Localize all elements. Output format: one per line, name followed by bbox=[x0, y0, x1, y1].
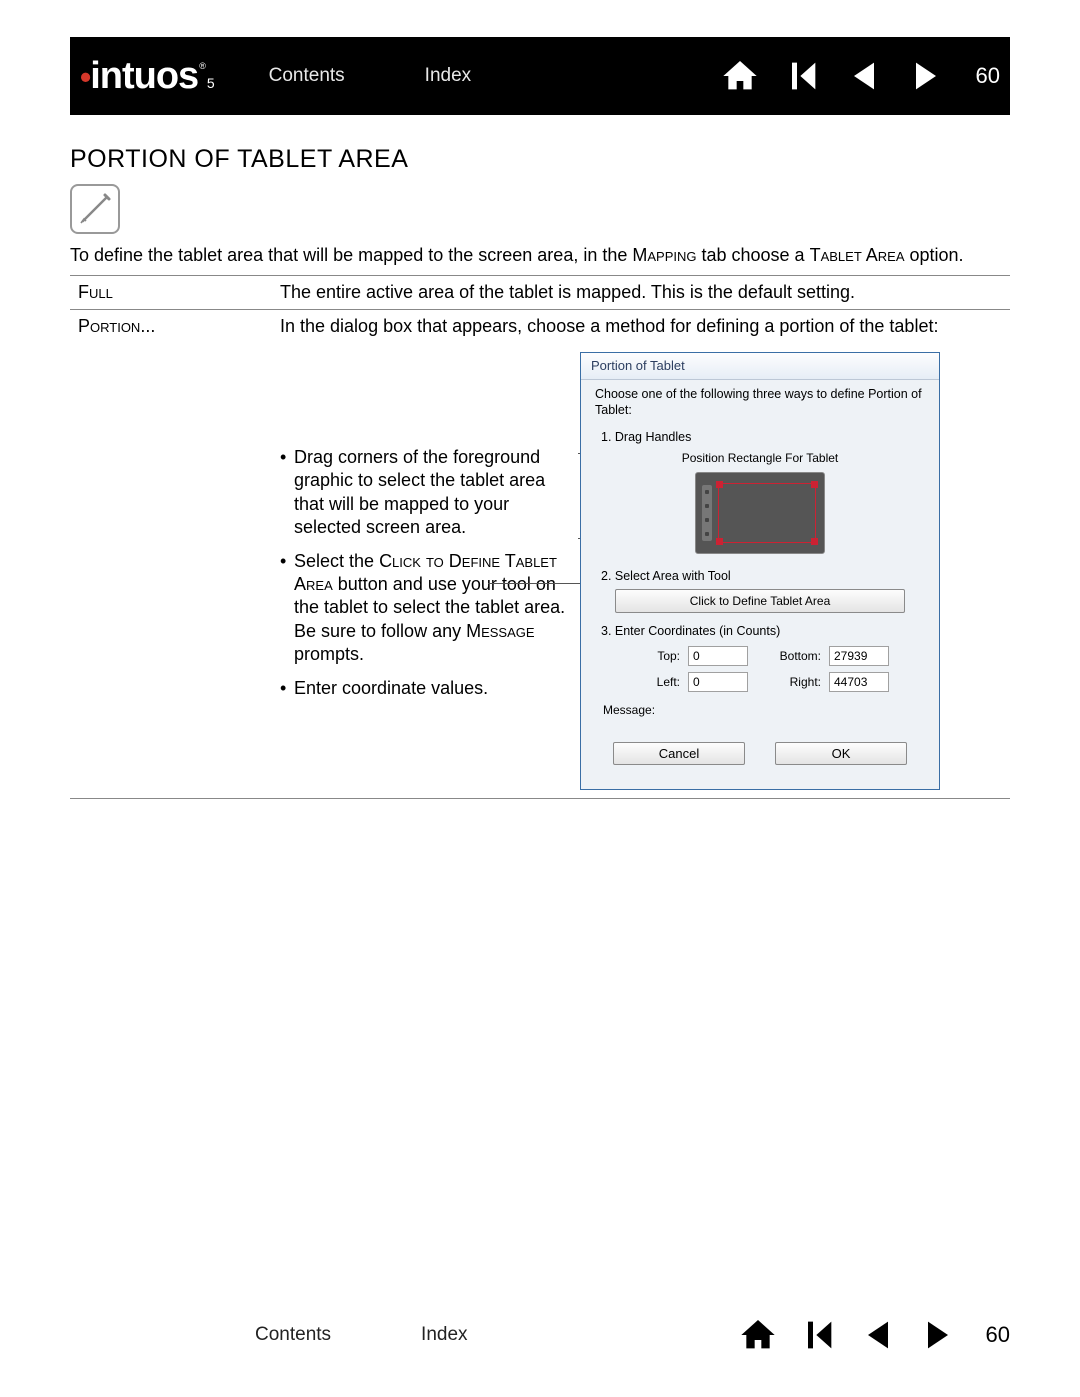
bullet-3: Enter coordinate values. bbox=[294, 677, 570, 700]
page-number-bottom: 60 bbox=[986, 1322, 1010, 1348]
logo-sub: 5 bbox=[207, 75, 214, 91]
full-label: Full bbox=[78, 282, 113, 302]
section-1-subtitle: Position Rectangle For Tablet bbox=[595, 450, 925, 466]
logo-text: intuos bbox=[90, 55, 198, 98]
options-table: Full The entire active area of the table… bbox=[70, 275, 1010, 799]
bullet-list: Drag corners of the foreground graphic t… bbox=[280, 446, 580, 790]
cancel-button[interactable]: Cancel bbox=[613, 742, 745, 765]
section-3-title: 3. Enter Coordinates (in Counts) bbox=[601, 623, 925, 640]
next-page-icon-bottom[interactable] bbox=[918, 1315, 958, 1355]
portion-of-tablet-dialog: Portion of Tablet Choose one of the foll… bbox=[580, 352, 940, 790]
index-link-bottom[interactable]: Index bbox=[421, 1324, 467, 1346]
logo-tm: ® bbox=[199, 61, 205, 71]
portion-desc: In the dialog box that appears, choose a… bbox=[280, 314, 1006, 338]
first-page-icon[interactable] bbox=[782, 56, 822, 96]
bullet-1: Drag corners of the foreground graphic t… bbox=[294, 446, 570, 540]
handle-top-left[interactable] bbox=[716, 481, 723, 488]
intro-text: To define the tablet area that will be m… bbox=[70, 244, 1010, 267]
index-link[interactable]: Index bbox=[425, 65, 471, 87]
portion-label: Portion... bbox=[78, 316, 155, 336]
page-number-top: 60 bbox=[976, 63, 1000, 89]
top-input[interactable] bbox=[688, 646, 748, 666]
contents-link-bottom[interactable]: Contents bbox=[255, 1324, 331, 1346]
right-label: Right: bbox=[761, 674, 821, 690]
prev-page-icon[interactable] bbox=[844, 56, 884, 96]
ok-button[interactable]: OK bbox=[775, 742, 907, 765]
pen-tool-icon bbox=[70, 184, 120, 234]
tablet-area-graphic[interactable] bbox=[695, 472, 825, 554]
page-title: PORTION OF TABLET AREA bbox=[70, 145, 1010, 174]
bottom-label: Bottom: bbox=[761, 648, 821, 664]
logo-dot-icon: • bbox=[80, 59, 90, 96]
left-input[interactable] bbox=[688, 672, 748, 692]
contents-link[interactable]: Contents bbox=[269, 65, 345, 87]
home-icon-bottom[interactable] bbox=[738, 1315, 778, 1355]
option-row-full: Full The entire active area of the table… bbox=[70, 275, 1010, 308]
first-page-icon-bottom[interactable] bbox=[798, 1315, 838, 1355]
next-page-icon[interactable] bbox=[906, 56, 946, 96]
prev-page-icon-bottom[interactable] bbox=[858, 1315, 898, 1355]
click-to-define-button[interactable]: Click to Define Tablet Area bbox=[615, 589, 905, 613]
handle-bottom-right[interactable] bbox=[811, 538, 818, 545]
bullet-2: Select the Click to Define Tablet Area b… bbox=[294, 550, 570, 667]
handle-bottom-left[interactable] bbox=[716, 538, 723, 545]
section-2-title: 2. Select Area with Tool bbox=[601, 568, 925, 585]
top-nav-bar: • intuos ® 5 Contents Index 60 bbox=[70, 37, 1010, 115]
top-label: Top: bbox=[625, 648, 680, 664]
brand-logo: • intuos ® 5 bbox=[80, 55, 214, 98]
section-1-title: 1. Drag Handles bbox=[601, 429, 925, 446]
home-icon[interactable] bbox=[720, 56, 760, 96]
bottom-input[interactable] bbox=[829, 646, 889, 666]
bottom-nav-bar: Contents Index 60 bbox=[70, 1315, 1010, 1355]
handle-top-right[interactable] bbox=[811, 481, 818, 488]
dialog-instructions: Choose one of the following three ways t… bbox=[595, 386, 925, 420]
full-desc: The entire active area of the tablet is … bbox=[280, 280, 1010, 304]
connector-line-3 bbox=[488, 583, 593, 584]
message-label: Message: bbox=[603, 702, 925, 718]
right-input[interactable] bbox=[829, 672, 889, 692]
left-label: Left: bbox=[625, 674, 680, 690]
dialog-title: Portion of Tablet bbox=[581, 353, 939, 380]
option-row-portion: Portion... In the dialog box that appear… bbox=[70, 309, 1010, 800]
